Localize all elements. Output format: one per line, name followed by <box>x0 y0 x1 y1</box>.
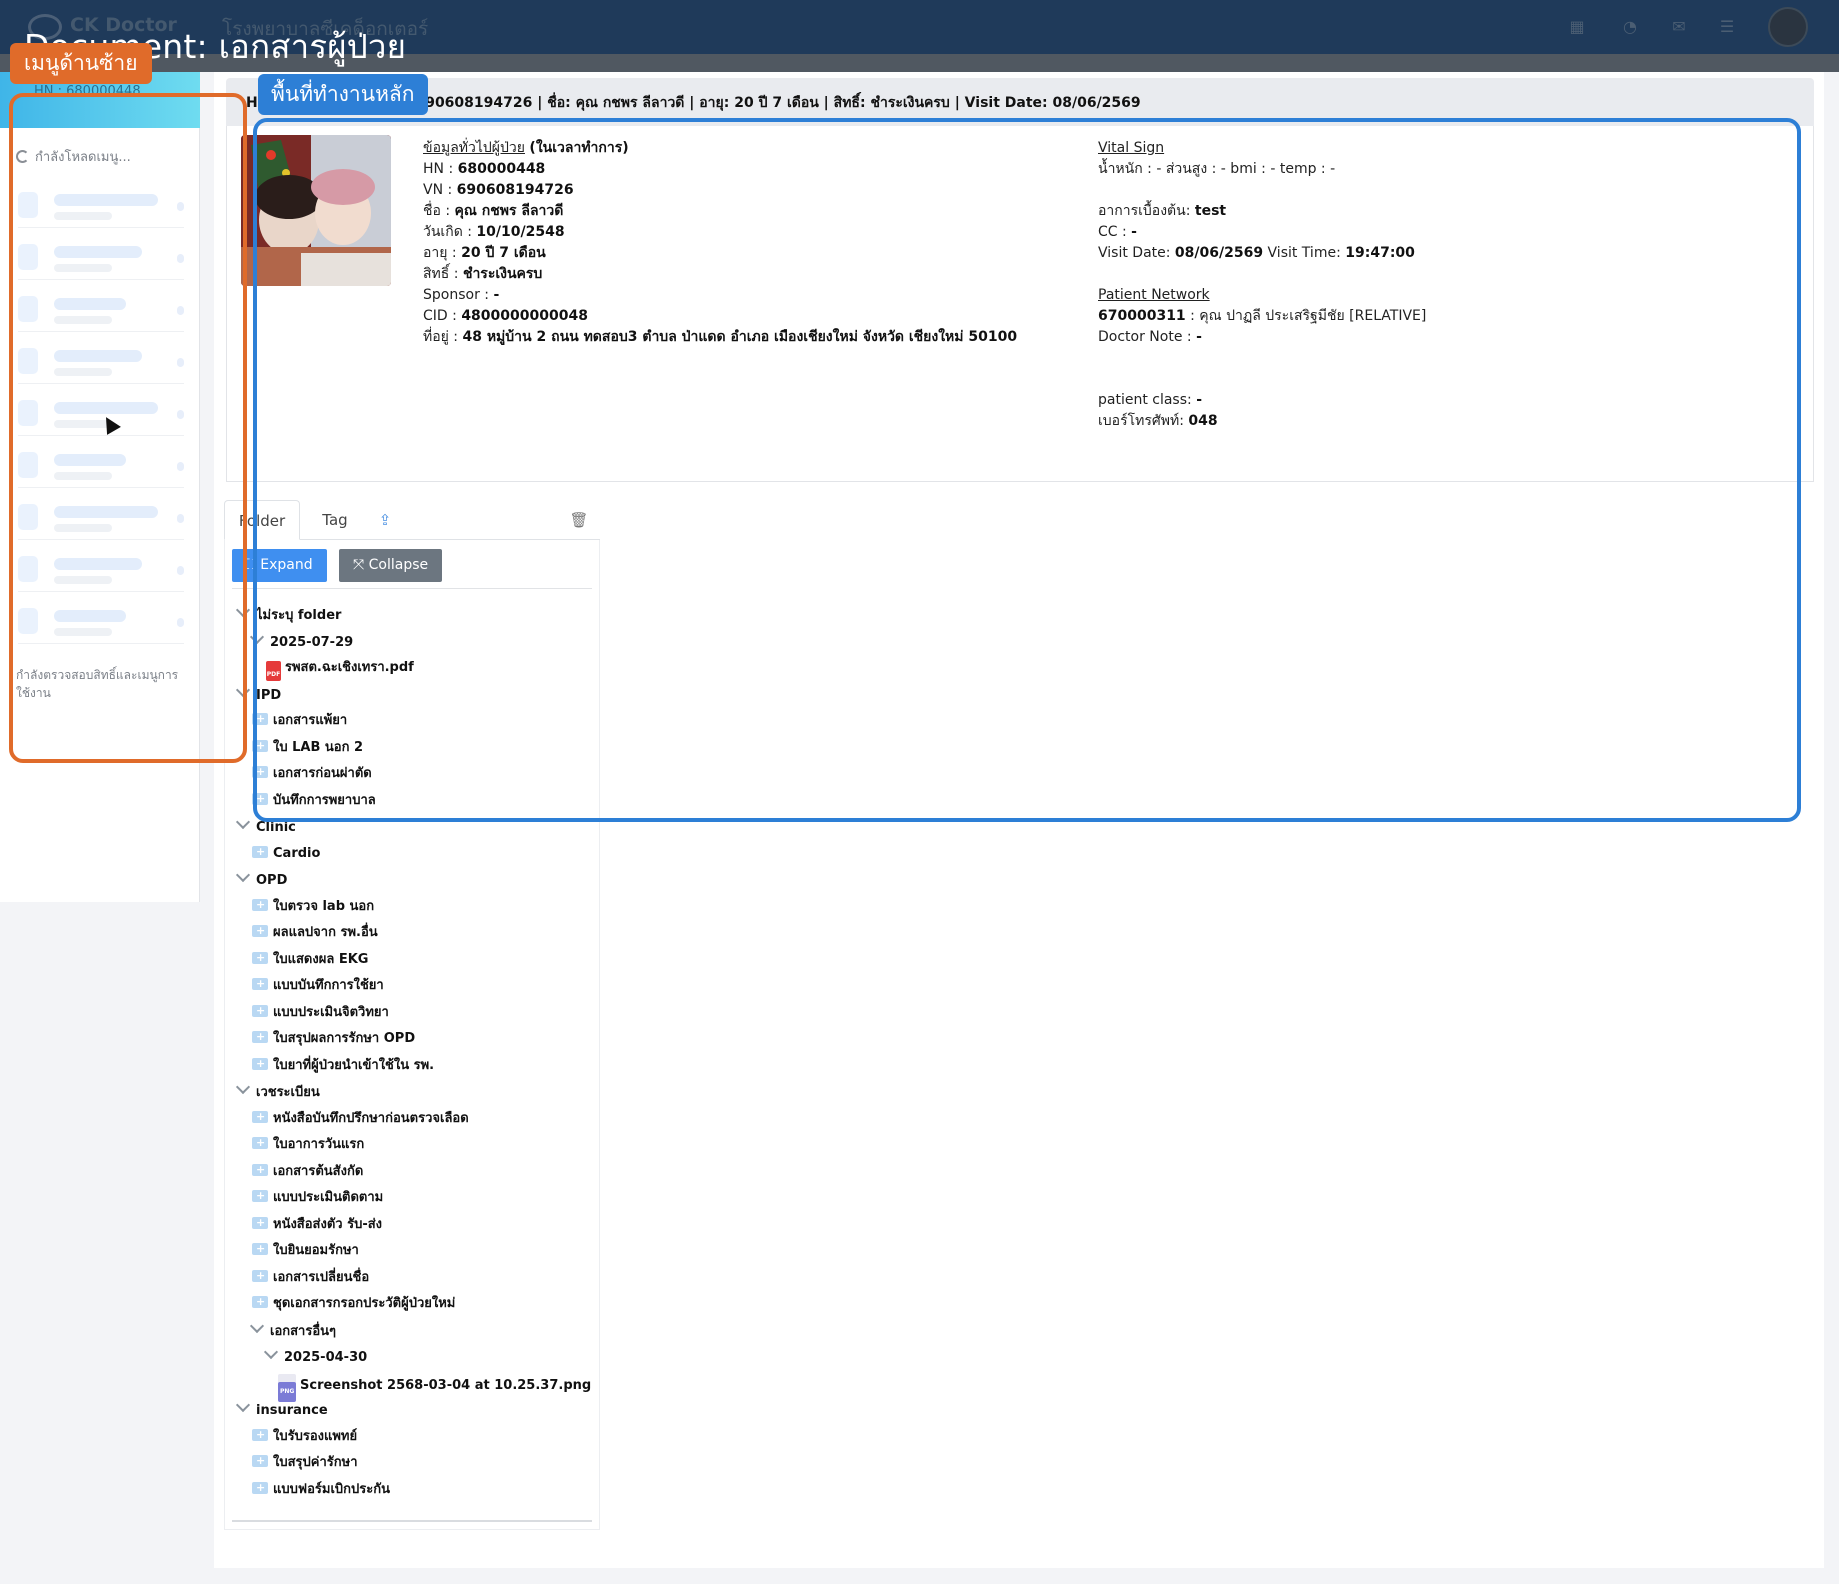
tree-node[interactable]: ชุดเอกสารกรอกประวัติผู้ป่วยใหม่ <box>252 1292 456 1314</box>
list-icon[interactable]: ☰ <box>1717 17 1737 37</box>
tree-node[interactable]: ใบตรวจ lab นอก <box>252 895 375 917</box>
tree-node-label: ใบตรวจ lab นอก <box>273 899 375 914</box>
tree-node[interactable]: เวชระเบียน <box>235 1079 320 1102</box>
chevron-down-icon <box>263 1344 279 1360</box>
tree-node-label: เอกสารต้นสังกัด <box>273 1164 364 1179</box>
chevron-down-icon <box>235 1079 251 1095</box>
tree-node[interactable]: แบบบันทึกการใช้ยา <box>252 974 384 996</box>
tree-node[interactable]: insurance <box>235 1397 328 1420</box>
image-file-icon <box>278 1374 297 1402</box>
folder-icon <box>252 921 268 941</box>
folder-icon <box>252 1451 268 1471</box>
folder-icon <box>252 1213 268 1233</box>
mail-icon[interactable]: ✉ <box>1669 17 1689 37</box>
tree-node-label: ใบอาการวันแรก <box>273 1137 365 1152</box>
folder-icon <box>252 1133 268 1153</box>
tree-node-label: เอกสารอื่นๆ <box>270 1324 337 1339</box>
folder-icon <box>252 974 268 994</box>
main-area-tag: พื้นที่ทำงานหลัก <box>258 74 428 115</box>
tree-node-label: แบบประเมินติดตาม <box>273 1190 384 1205</box>
tree-node-label: Cardio <box>273 846 321 861</box>
tree-node-label: แบบบันทึกการใช้ยา <box>273 978 384 993</box>
folder-icon <box>252 1478 268 1498</box>
tree-node-label: เวชระเบียน <box>256 1085 320 1100</box>
folder-icon <box>252 1027 268 1047</box>
folder-icon <box>252 1292 268 1312</box>
tree-node-label: แบบประเมินจิตวิทยา <box>273 1005 389 1020</box>
tree-node[interactable]: ใบอาการวันแรก <box>252 1133 365 1155</box>
folder-icon <box>252 1186 268 1206</box>
left-menu-tag: เมนูด้านซ้าย <box>10 43 152 84</box>
tree-node-label: เอกสารเปลี่ยนชื่อ <box>273 1270 370 1285</box>
tree-node[interactable]: ใบสรุปผลการรักษา OPD <box>252 1027 416 1049</box>
folder-icon <box>252 1001 268 1021</box>
folder-icon <box>252 1160 268 1180</box>
tree-node[interactable]: หนังสือบันทึกปรึกษาก่อนตรวจเลือด <box>252 1107 469 1129</box>
tree-node[interactable]: แบบประเมินติดตาม <box>252 1186 384 1208</box>
tree-node[interactable]: เอกสารเปลี่ยนชื่อ <box>252 1266 370 1288</box>
folder-icon <box>252 1239 268 1259</box>
tree-node-label: Screenshot 2568-03-04 at 10.25.37.png <box>300 1378 592 1393</box>
chevron-down-icon <box>235 867 251 883</box>
tree-node[interactable]: 2025-04-30 <box>263 1344 368 1367</box>
tree-node-label: หนังสือส่งตัว รับ-ส่ง <box>273 1217 383 1232</box>
tree-node-label: ใบยินยอมรักษา <box>273 1243 359 1258</box>
tree-node-label: ใบยาที่ผู้ป่วยนำเข้าใช้ใน รพ. <box>273 1058 435 1073</box>
tree-node[interactable]: หนังสือส่งตัว รับ-ส่ง <box>252 1213 383 1235</box>
chevron-down-icon <box>235 1397 251 1413</box>
chevron-down-icon <box>235 814 251 830</box>
tree-node[interactable]: ใบแสดงผล EKG <box>252 948 369 970</box>
tree-node[interactable]: Cardio <box>252 842 321 864</box>
folder-icon <box>252 948 268 968</box>
tree-node-label: ชุดเอกสารกรอกประวัติผู้ป่วยใหม่ <box>273 1296 456 1311</box>
folder-icon <box>252 1054 268 1074</box>
tree-node-label: insurance <box>256 1403 328 1418</box>
chevron-down-icon <box>249 1318 265 1334</box>
tree-node[interactable]: ผลแลปจาก รพ.อื่น <box>252 921 378 943</box>
tree-node-label: 2025-04-30 <box>284 1350 368 1365</box>
tree-node[interactable]: เอกสารอื่นๆ <box>249 1318 337 1341</box>
tree-node[interactable]: แบบฟอร์มเบิกประกัน <box>252 1478 390 1500</box>
tree-node-label: OPD <box>256 873 288 888</box>
tree-node-label: Clinic <box>256 820 296 835</box>
tree-bottom-rule <box>232 1520 592 1522</box>
left-menu-highlight <box>9 93 247 763</box>
tree-node-label: แบบฟอร์มเบิกประกัน <box>273 1482 390 1497</box>
tree-node-label: ใบสรุปผลการรักษา OPD <box>273 1031 416 1046</box>
tree-node[interactable]: ใบสรุปค่ารักษา <box>252 1451 358 1473</box>
tree-node-label: หนังสือบันทึกปรึกษาก่อนตรวจเลือด <box>273 1111 469 1126</box>
tree-node[interactable]: เอกสารต้นสังกัด <box>252 1160 364 1182</box>
tree-node[interactable]: ใบรับรองแพทย์ <box>252 1425 358 1447</box>
folder-icon <box>252 1266 268 1286</box>
tree-node-label: ใบแสดงผล EKG <box>273 952 369 967</box>
folder-icon <box>252 842 268 862</box>
apps-grid-icon[interactable]: ▦ <box>1567 17 1587 37</box>
folder-icon <box>252 1425 268 1445</box>
tree-node-label: ใบรับรองแพทย์ <box>273 1429 358 1444</box>
bell-icon[interactable]: ◔ <box>1620 17 1640 37</box>
tree-node[interactable]: ใบยินยอมรักษา <box>252 1239 359 1261</box>
folder-icon <box>252 1107 268 1127</box>
tree-node[interactable]: แบบประเมินจิตวิทยา <box>252 1001 389 1023</box>
tree-node[interactable]: Screenshot 2568-03-04 at 10.25.37.png <box>278 1374 592 1402</box>
tree-node[interactable]: ใบยาที่ผู้ป่วยนำเข้าใช้ใน รพ. <box>252 1054 435 1076</box>
tree-node-label: ผลแลปจาก รพ.อื่น <box>273 925 378 940</box>
tree-node[interactable]: OPD <box>235 867 288 890</box>
main-area-highlight <box>253 118 1801 822</box>
folder-icon <box>252 895 268 915</box>
user-avatar[interactable] <box>1768 7 1808 47</box>
tree-node-label: ใบสรุปค่ารักษา <box>273 1455 358 1470</box>
